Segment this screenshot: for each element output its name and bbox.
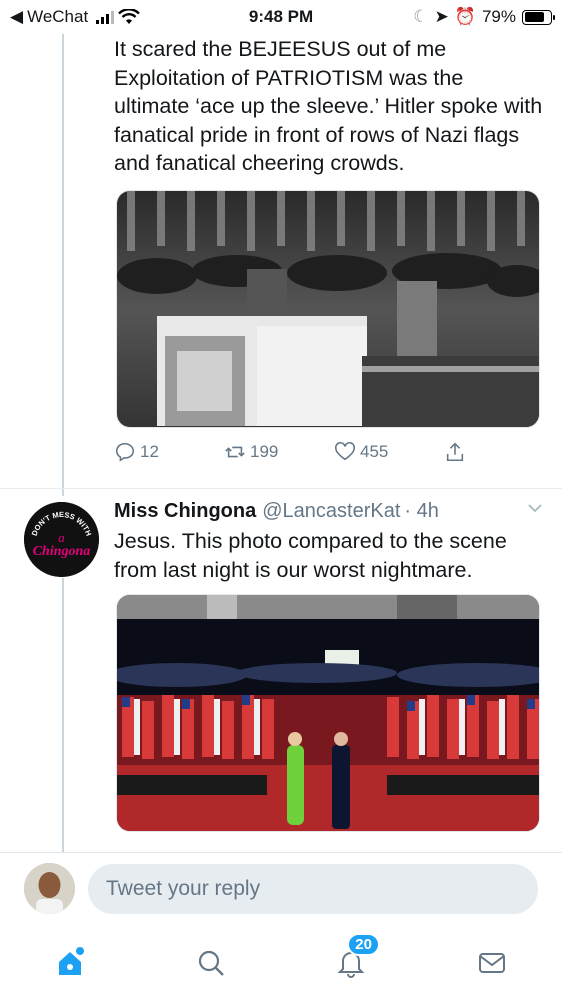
chingona-logo: DON'T MESS WITH a Chingona — [24, 502, 99, 577]
thread-line — [62, 34, 64, 496]
tab-search[interactable] — [189, 941, 233, 985]
tweet-text: It scared the BEJEESUS out of me Exploit… — [114, 37, 543, 175]
status-bar: ◀ WeChat 9:48 PM ☾ ➤ ⏰ 79% — [0, 0, 562, 34]
tweet-text-2: Jesus. This photo compared to the scene … — [114, 529, 507, 582]
tab-home[interactable] — [48, 941, 92, 985]
share-icon — [446, 442, 464, 462]
author-handle[interactable]: @LancasterKat — [262, 497, 400, 525]
tweet-actions: 12 199 455 — [114, 441, 534, 463]
moon-icon: ☾ — [413, 7, 429, 26]
profile-photo-image — [24, 863, 75, 914]
reply-button[interactable]: 12 — [114, 441, 224, 463]
thread-line-2 — [62, 578, 64, 853]
tab-messages[interactable] — [470, 941, 514, 985]
tweet-photo-convention[interactable] — [116, 594, 540, 832]
chevron-down-icon[interactable] — [526, 497, 544, 525]
tweet-header: Miss Chingona @LancasterKat · 4h — [114, 497, 544, 525]
tab-notifications[interactable]: 20 — [329, 933, 380, 985]
mail-icon — [478, 953, 505, 973]
tweet-divider — [0, 488, 562, 489]
battery-percent: 79% — [481, 7, 516, 26]
like-button[interactable]: 455 — [334, 441, 444, 463]
wifi-icon — [118, 9, 141, 24]
retweet-count: 199 — [250, 442, 279, 461]
battery-icon — [522, 9, 555, 25]
tweet-time: · 4h — [404, 500, 439, 522]
rally-photo-image — [117, 191, 539, 427]
location-arrow-icon: ➤ — [434, 7, 449, 26]
convention-photo-image — [117, 595, 539, 831]
retweet-button[interactable]: 199 — [224, 441, 334, 463]
reply-input[interactable] — [88, 864, 538, 914]
notifications-badge: 20 — [347, 933, 380, 956]
search-icon — [198, 950, 224, 976]
tweet-photo-rally[interactable] — [116, 190, 540, 428]
retweet-icon — [225, 446, 245, 458]
avatar[interactable]: DON'T MESS WITH a Chingona — [24, 502, 99, 577]
back-arrow-icon: ◀ — [10, 7, 24, 26]
avatar-text-a: a — [58, 530, 65, 545]
back-to-app[interactable]: ◀ WeChat — [10, 7, 141, 27]
back-app-label: WeChat — [27, 7, 89, 26]
avatar-text-name: Chingona — [33, 544, 91, 559]
my-avatar[interactable] — [24, 863, 75, 914]
reply-icon — [115, 442, 135, 462]
alarm-icon: ⏰ — [454, 7, 476, 26]
like-count: 455 — [360, 442, 389, 461]
reply-bar — [0, 852, 562, 926]
reply-count: 12 — [140, 442, 159, 461]
heart-icon — [335, 441, 355, 461]
tab-bar: 20 — [0, 926, 562, 1000]
author-name[interactable]: Miss Chingona — [114, 497, 256, 525]
share-button[interactable] — [444, 441, 466, 463]
signal-icon — [96, 10, 115, 24]
